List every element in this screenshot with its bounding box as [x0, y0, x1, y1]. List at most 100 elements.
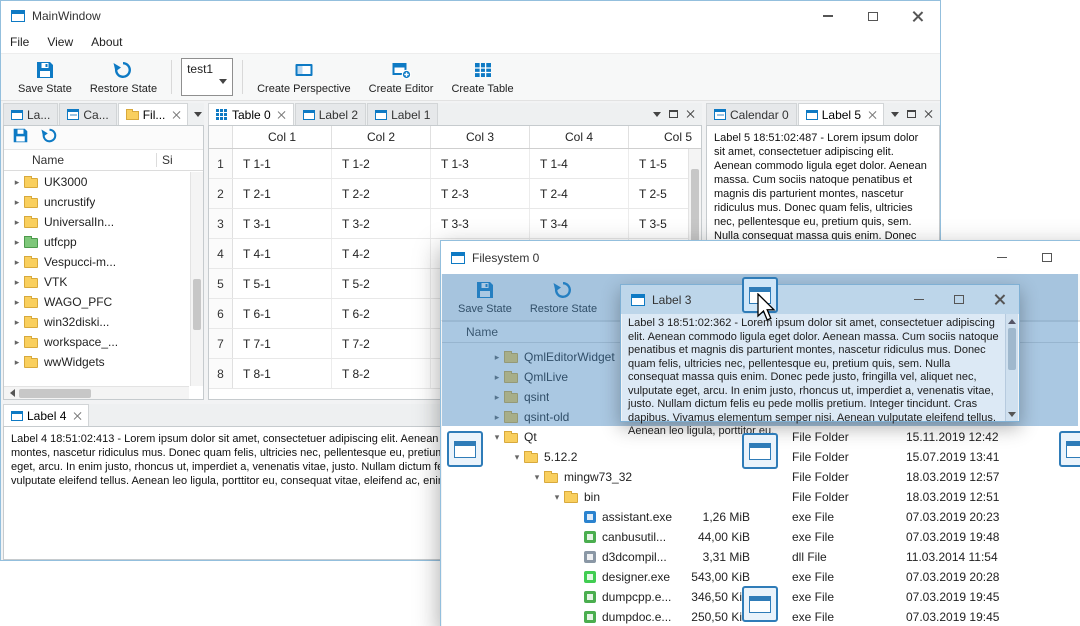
- table-cell[interactable]: T 6-1: [233, 299, 332, 328]
- table-cell[interactable]: T 4-1: [233, 239, 332, 268]
- fs-row[interactable]: bin File Folder 18.03.2019 12:51: [442, 487, 1080, 507]
- table-cell[interactable]: T 2-4: [530, 179, 629, 208]
- restore-state-button[interactable]: Restore State: [81, 58, 166, 97]
- row-number[interactable]: 5: [209, 269, 233, 298]
- column-header[interactable]: Col 4: [530, 126, 629, 148]
- table-cell[interactable]: T 2-2: [332, 179, 431, 208]
- tab-calendar-0[interactable]: Calendar 0: [706, 103, 797, 125]
- table-cell[interactable]: T 3-3: [431, 209, 530, 238]
- maximize-button[interactable]: [1024, 241, 1069, 274]
- create-editor-button[interactable]: Create Editor: [360, 58, 443, 97]
- tree-item[interactable]: UK3000: [4, 172, 189, 192]
- tab-fil[interactable]: Fil...: [117, 103, 189, 125]
- menu-about[interactable]: About: [82, 31, 131, 53]
- menu-view[interactable]: View: [38, 31, 82, 53]
- expander-icon[interactable]: [10, 193, 24, 211]
- expander-icon[interactable]: [10, 213, 24, 231]
- label3-window[interactable]: Label 3 Label 3 18:51:02:362 - Lorem ips…: [620, 284, 1020, 437]
- horizontal-scrollbar[interactable]: [4, 386, 189, 399]
- table-cell[interactable]: T 6-2: [332, 299, 431, 328]
- scrollbar-thumb[interactable]: [1008, 328, 1016, 370]
- table-cell[interactable]: T 7-2: [332, 329, 431, 358]
- row-number[interactable]: 7: [209, 329, 233, 358]
- column-header[interactable]: Col 2: [332, 126, 431, 148]
- fs-row[interactable]: canbusutil... 44,00 KiB exe File 07.03.2019…: [442, 527, 1080, 547]
- column-header[interactable]: Col 3: [431, 126, 530, 148]
- row-number[interactable]: 8: [209, 359, 233, 388]
- expander-icon[interactable]: [530, 468, 544, 486]
- tab-label-1[interactable]: Label 1: [367, 103, 439, 125]
- fs-row[interactable]: d3dcompil... 3,31 MiB dll File 11.03.2014 1…: [442, 547, 1080, 567]
- drop-indicator-right[interactable]: [1059, 431, 1080, 467]
- close-dock-button[interactable]: [920, 103, 937, 125]
- tab-ca[interactable]: Ca...: [59, 103, 117, 125]
- scrollbar-thumb[interactable]: [193, 279, 201, 331]
- expander-icon[interactable]: [510, 448, 524, 466]
- table-cell[interactable]: T 5-2: [332, 269, 431, 298]
- expander-icon[interactable]: [10, 233, 24, 251]
- tree-item[interactable]: workspace_...: [4, 332, 189, 352]
- expander-icon[interactable]: [10, 253, 24, 271]
- column-header[interactable]: Col 1: [233, 126, 332, 148]
- tab-table-0[interactable]: Table 0: [208, 103, 294, 125]
- table-cell[interactable]: T 2-3: [431, 179, 530, 208]
- column-header[interactable]: Col 5: [629, 126, 701, 148]
- tab-close-icon[interactable]: [868, 111, 876, 119]
- save-state-icon-button[interactable]: [12, 127, 29, 149]
- scrollbar-thumb[interactable]: [19, 388, 91, 398]
- tab-la[interactable]: La...: [3, 103, 59, 125]
- maximize-button[interactable]: [850, 1, 895, 31]
- tree-item[interactable]: win32diski...: [4, 312, 189, 332]
- scroll-left-icon[interactable]: [6, 389, 15, 397]
- row-number[interactable]: 1: [209, 149, 233, 178]
- maximize-button[interactable]: [939, 285, 979, 314]
- row-number[interactable]: 2: [209, 179, 233, 208]
- float-dock-button[interactable]: [903, 103, 920, 125]
- table-cell[interactable]: T 1-1: [233, 149, 332, 178]
- main-titlebar[interactable]: MainWindow: [1, 1, 940, 31]
- save-state-button[interactable]: Save State: [9, 58, 81, 97]
- filesystem-titlebar[interactable]: Filesystem 0: [441, 241, 1080, 274]
- fs-row[interactable]: designer.exe 543,00 KiB exe File 07.03.2019…: [442, 567, 1080, 587]
- close-button[interactable]: [1069, 241, 1080, 274]
- expander-icon[interactable]: [10, 333, 24, 351]
- expander-icon[interactable]: [10, 313, 24, 331]
- tab-label-2[interactable]: Label 2: [294, 103, 367, 125]
- size-column-header[interactable]: Si: [156, 153, 203, 167]
- fs-row[interactable]: mingw73_32 File Folder 18.03.2019 12:57: [442, 467, 1080, 487]
- table-cell[interactable]: T 1-3: [431, 149, 530, 178]
- expander-icon[interactable]: [10, 273, 24, 291]
- vertical-scrollbar[interactable]: [190, 172, 203, 386]
- expander-icon[interactable]: [490, 428, 504, 446]
- tab-close-icon[interactable]: [278, 111, 286, 119]
- table-cell[interactable]: T 3-1: [233, 209, 332, 238]
- menu-file[interactable]: File: [1, 31, 38, 53]
- minimize-button[interactable]: [899, 285, 939, 314]
- table-cell[interactable]: T 7-1: [233, 329, 332, 358]
- create-perspective-button[interactable]: Create Perspective: [248, 58, 360, 97]
- name-column-header[interactable]: Name: [4, 153, 156, 167]
- tabs-menu-button[interactable]: [189, 103, 206, 125]
- row-number[interactable]: 4: [209, 239, 233, 268]
- table-cell[interactable]: T 3-4: [530, 209, 629, 238]
- minimize-button[interactable]: [805, 1, 850, 31]
- vertical-scrollbar[interactable]: [1005, 314, 1018, 421]
- expander-icon[interactable]: [550, 488, 564, 506]
- table-cell[interactable]: T 4-2: [332, 239, 431, 268]
- table-cell[interactable]: T 8-1: [233, 359, 332, 388]
- close-button[interactable]: [979, 285, 1019, 314]
- drop-indicator-bottom[interactable]: [742, 586, 778, 622]
- tree-item[interactable]: Vespucci-m...: [4, 252, 189, 272]
- close-dock-button[interactable]: [682, 103, 699, 125]
- table-cell[interactable]: T 5-1: [233, 269, 332, 298]
- fs-row[interactable]: assistant.exe 1,26 MiB exe File 07.03.2019 …: [442, 507, 1080, 527]
- tree-item[interactable]: utfcpp: [4, 232, 189, 252]
- perspective-combo[interactable]: test1: [181, 58, 234, 96]
- drop-indicator-left[interactable]: [447, 431, 483, 467]
- tab-close-icon[interactable]: [172, 111, 180, 119]
- table-cell[interactable]: T 8-2: [332, 359, 431, 388]
- close-button[interactable]: [895, 1, 940, 31]
- row-number[interactable]: 3: [209, 209, 233, 238]
- table-cell[interactable]: T 3-2: [332, 209, 431, 238]
- float-dock-button[interactable]: [665, 103, 682, 125]
